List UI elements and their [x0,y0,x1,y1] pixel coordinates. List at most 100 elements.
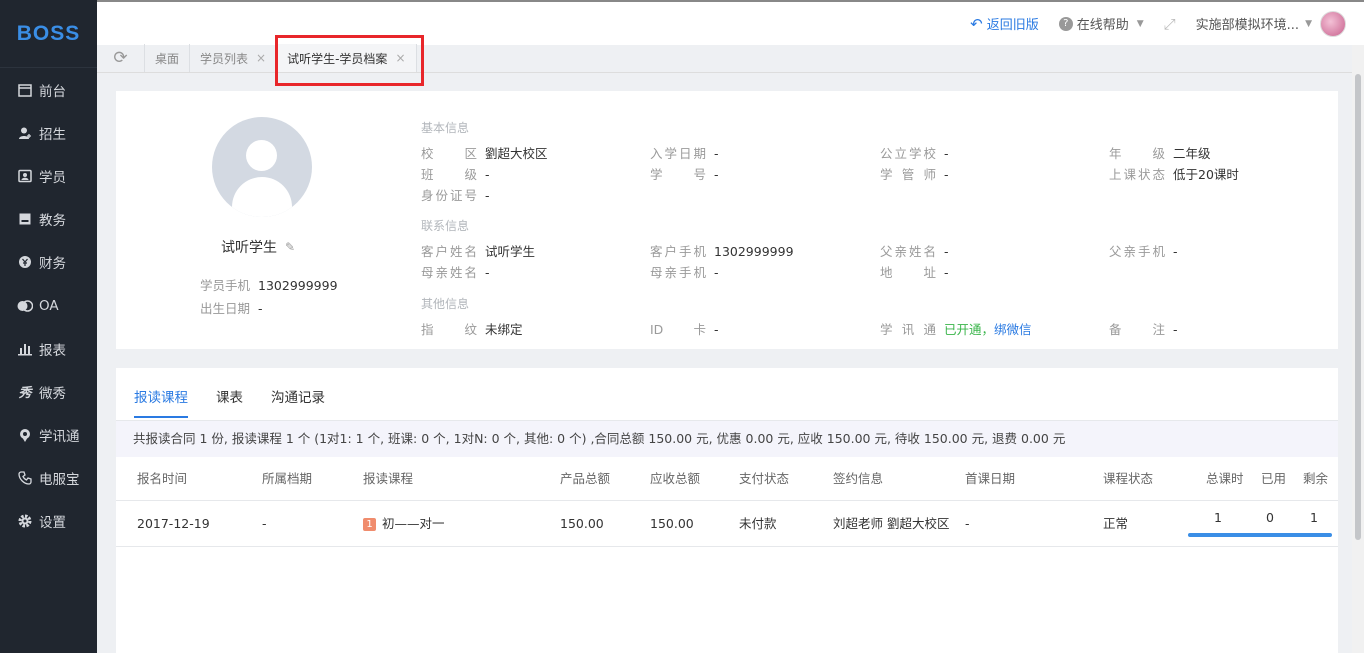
cell-sign-info: 刘超老师 劉超大校区 [833,516,950,531]
field-id-no: 身份证号 - [421,188,490,203]
section-other-title: 其他信息 [421,297,470,311]
column-header: 产品总额 [560,471,611,486]
fullscreen-icon[interactable]: ⤢ [1164,15,1176,33]
sidebar-item-label: 微秀 [39,385,66,402]
field-father-phone: 父亲手机 - [1109,244,1178,259]
field-customer-phone: 客户手机 1302999999 [650,244,794,259]
table-header: 报名时间 所属档期 报读课程 产品总额 应收总额 支付状态 签约信息 首课日期 … [116,457,1338,501]
yen-icon [17,254,33,270]
hours-used: 0 [1266,510,1274,525]
sidebar-nav: 前台 招生 学员 教务 财务 OA 报表 秀微秀 学讯通 电服宝 设置 [0,68,97,543]
sidebar-item-settings[interactable]: 设置 [0,500,97,543]
avatar [212,117,312,217]
id-card-icon [17,168,33,184]
tab-student-list[interactable]: 学员列表 × [190,44,278,72]
column-header: 报读课程 [363,471,414,486]
cell-receivable: 150.00 [650,516,694,531]
column-header: 签约信息 [833,471,884,486]
user-name: 实施部模拟环境... [1195,18,1300,33]
value: 1302999999 [258,278,338,293]
cell-period: - [262,516,267,531]
caret-down-icon: ▼ [1305,18,1312,29]
field-student-no: 学号 - [650,167,719,182]
label: 出生日期 [200,301,251,316]
sidebar-item-label: OA [39,297,59,314]
column-header: 支付状态 [739,471,790,486]
sidebar-item-reports[interactable]: 报表 [0,327,97,370]
field-enroll-date: 入学日期 - [650,146,719,161]
column-header: 剩余 [1303,471,1329,486]
sidebar-item-finance[interactable]: 财务 [0,241,97,284]
gear-icon [17,513,33,529]
label: 学员手机 [200,278,251,293]
sidebar-item-students[interactable]: 学员 [0,154,97,197]
student-name: 试听学生 ✎ [221,237,295,257]
toggle-icon [17,298,33,314]
course-type-badge: 1 [363,518,376,531]
student-name-text: 试听学生 [221,240,277,256]
profile-card: 试听学生 ✎ 学员手机 1302999999 出生日期 - 基本信息 校区 劉超大校区 … [116,91,1338,349]
field-customer-name: 客户姓名 试听学生 [421,244,536,259]
back-label: 返回旧版 [986,18,1039,33]
section-basic-title: 基本信息 [421,121,470,135]
sidebar-item-recruit[interactable]: 招生 [0,111,97,154]
tab-schedule[interactable]: 课表 [216,386,243,418]
xiu-icon: 秀 [18,386,32,402]
tab-label: 学员列表 [200,51,249,66]
cell-course[interactable]: 1 初——对一 [363,501,445,547]
column-header: 应收总额 [650,471,701,486]
tab-enrolled-courses[interactable]: 报读课程 [134,386,188,418]
sidebar-item-xuexuntong[interactable]: 学讯通 [0,414,97,457]
user-menu[interactable]: 实施部模拟环境... ▼ [1195,10,1346,37]
sidebar-item-oa[interactable]: OA [0,284,97,327]
cell-product-total: 150.00 [560,516,604,531]
detail-tabs: 报读课程 课表 沟通记录 [134,386,353,418]
sidebar-item-dianfubao[interactable]: 电服宝 [0,457,97,500]
course-name: 初——对一 [382,516,445,531]
location-icon [17,427,33,443]
back-to-old-version-link[interactable]: ↶ 返回旧版 [970,14,1039,34]
sidebar-item-label: 设置 [39,515,66,532]
hours-progress-bar [1188,533,1332,537]
field-father-name: 父亲姓名 - [880,244,949,259]
table-row[interactable]: 2017-12-19 - 1 初——对一 150.00 150.00 未付款 刘超… [116,501,1338,547]
column-header: 首课日期 [965,471,1016,486]
sidebar-item-weixiu[interactable]: 秀微秀 [0,370,97,413]
section-contact-title: 联系信息 [421,219,470,233]
avatar [1320,10,1346,37]
sidebar-item-label: 招生 [39,126,66,143]
field-xuexuntong: 学讯通 已开通，绑微信 [880,322,1032,337]
sidebar: BOSS 前台 招生 学员 教务 财务 OA 报表 秀微秀 学讯通 电服宝 设置 [0,0,97,653]
help-icon: ? [1058,16,1073,31]
value: - [258,301,263,316]
column-header: 所属档期 [262,471,313,486]
refresh-icon[interactable]: ⟳ [97,44,145,72]
close-icon[interactable]: × [256,51,266,65]
user-plus-icon [17,125,33,141]
sidebar-item-frontdesk[interactable]: 前台 [0,68,97,111]
tab-desktop[interactable]: 桌面 [145,44,191,72]
online-help-dropdown[interactable]: ? 在线帮助 ▼ [1058,14,1144,33]
edit-icon[interactable]: ✎ [285,240,295,254]
field-remark: 备注 - [1109,322,1178,337]
field-mother-name: 母亲姓名 - [421,265,490,280]
xuexuntong-status: 已开通 [944,322,982,337]
cell-course-status: 正常 [1103,516,1129,531]
phone-icon [17,470,33,486]
field-public-school: 公立学校 - [880,146,949,161]
field-status: 上课状态 低于20课时 [1109,167,1239,182]
bind-wechat-link[interactable]: 绑微信 [994,322,1032,337]
field-address: 地址 - [880,265,949,280]
sidebar-item-academic[interactable]: 教务 [0,198,97,241]
tab-communication[interactable]: 沟通记录 [271,386,325,418]
field-mother-phone: 母亲手机 - [650,265,719,280]
field-grade: 年级 二年级 [1109,146,1211,161]
brand-logo[interactable]: BOSS [0,0,97,68]
scrollbar-thumb[interactable] [1355,74,1361,540]
student-birth: 出生日期 - [200,298,263,317]
field-id-card: ID卡 - [650,322,719,337]
field-campus: 校区 劉超大校区 [421,146,548,161]
sidebar-item-label: 教务 [39,213,66,230]
bar-chart-icon [17,341,33,357]
caret-down-icon: ▼ [1136,18,1144,29]
